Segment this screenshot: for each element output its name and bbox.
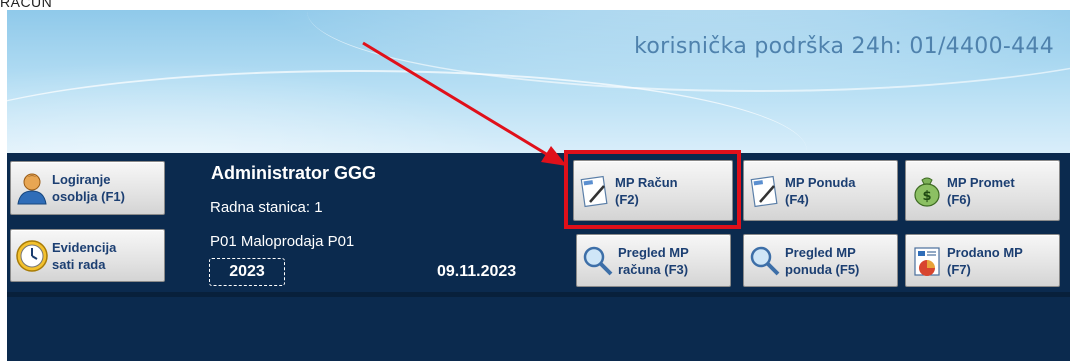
- review-mp-invoices-label: Pregled MP računa (F3): [618, 244, 689, 277]
- review-mp-offers-button[interactable]: Pregled MP ponuda (F5): [743, 234, 898, 287]
- clock-icon: [15, 239, 49, 273]
- workstation-label: Radna stanica: 1: [210, 199, 323, 216]
- header-banner: korisnička podrška 24h: 01/4400-444: [7, 10, 1070, 153]
- mp-offer-button[interactable]: MP Ponuda (F4): [743, 160, 898, 221]
- report-chart-icon: [910, 244, 944, 278]
- sold-mp-button[interactable]: Prodano MP (F7): [905, 234, 1060, 287]
- panel-divider: [7, 292, 1070, 297]
- mp-turnover-button[interactable]: $ MP Promet (F6): [905, 160, 1060, 221]
- login-staff-button[interactable]: Logiranje osoblja (F1): [10, 161, 165, 215]
- mp-turnover-label: MP Promet (F6): [947, 174, 1015, 207]
- window-title: RACUN: [0, 0, 53, 10]
- user-icon: [15, 171, 49, 205]
- sold-mp-label: Prodano MP (F7): [947, 244, 1023, 277]
- svg-text:$: $: [922, 189, 931, 204]
- time-tracking-label: Evidencija sati rada: [52, 239, 117, 272]
- review-mp-invoices-button[interactable]: Pregled MP računa (F3): [576, 234, 731, 287]
- magnifier-icon: [581, 244, 615, 278]
- logged-in-user: Administrator GGG: [211, 163, 377, 183]
- document-pen-icon: [748, 174, 782, 208]
- login-staff-label: Logiranje osoblja (F1): [52, 172, 125, 204]
- highlight-box: [564, 150, 741, 229]
- current-date: 09.11.2023: [437, 263, 517, 280]
- mp-offer-label: MP Ponuda (F4): [785, 174, 856, 207]
- support-phone-text: korisnička podrška 24h: 01/4400-444: [634, 34, 1054, 59]
- year-selector[interactable]: 2023: [209, 258, 285, 286]
- time-tracking-button[interactable]: Evidencija sati rada: [10, 229, 165, 282]
- money-bag-icon: $: [910, 174, 944, 208]
- magnifier-icon: [748, 244, 782, 278]
- store-label: P01 Maloprodaja P01: [210, 233, 355, 250]
- review-mp-offers-label: Pregled MP ponuda (F5): [785, 244, 860, 277]
